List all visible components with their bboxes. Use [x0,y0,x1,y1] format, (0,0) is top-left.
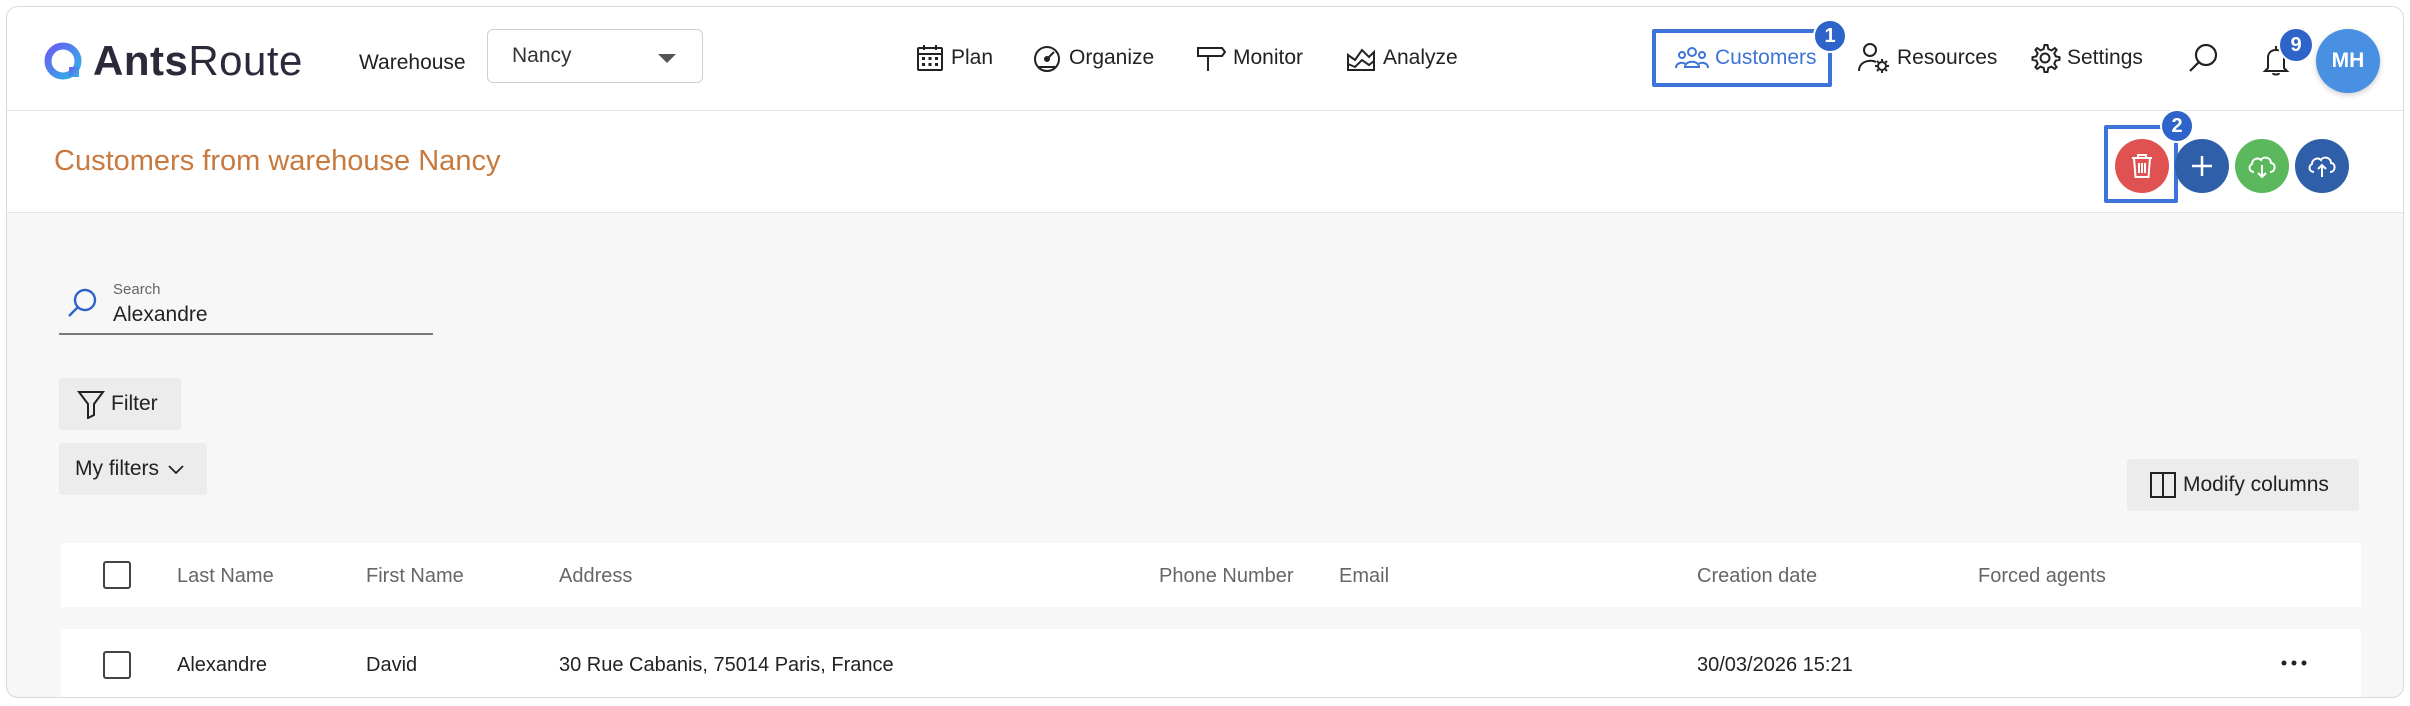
search-input[interactable] [113,303,413,327]
annotation-badge-1: 1 [1813,19,1847,53]
logo-mark-icon [43,41,83,81]
area-chart-icon [1347,48,1375,71]
trash-icon [2132,154,2152,178]
column-header-forced-agents[interactable]: Forced agents [1978,565,2106,588]
nav-monitor-label: Monitor [1233,46,1304,69]
nav-settings-label: Settings [2067,46,2143,69]
search-icon [2189,43,2218,72]
nav-plan-label: Plan [951,46,994,69]
page-header: Customers from warehouse Nancy 2 [7,109,2403,213]
logo-text: AntsRoute [93,37,303,84]
column-header-phone-number[interactable]: Phone Number [1159,565,1294,588]
table-header: Last Name First Name Address Phone Numbe… [61,543,2361,607]
nav-analyze[interactable]: Analyze [1345,41,1458,75]
funnel-icon [77,391,105,419]
calendar-icon [917,45,943,71]
column-header-address[interactable]: Address [559,565,632,588]
column-header-last-name[interactable]: Last Name [177,565,274,588]
plus-icon [2192,156,2212,176]
annotation-badge-2: 2 [2160,109,2194,143]
speedometer-icon [1034,46,1060,72]
people-icon [1675,47,1709,69]
nav-plan[interactable]: Plan [915,41,993,75]
notification-count-badge: 9 [2278,27,2314,63]
column-header-email[interactable]: Email [1339,565,1389,588]
cloud-download-icon [2248,156,2276,179]
modify-columns-label: Modify columns [2183,473,2329,496]
search-label: Search [113,281,161,298]
cloud-upload-icon [2308,156,2336,177]
nav-settings[interactable]: Settings [2029,41,2143,75]
nav-customers[interactable]: Customers [1675,41,1817,75]
import-button[interactable] [2235,139,2289,193]
table-row[interactable]: Alexandre David 30 Rue Cabanis, 75014 Pa… [61,629,2361,697]
cell-creation-date: 30/03/2026 15:21 [1697,654,1853,676]
upload-button[interactable] [2295,139,2349,193]
row-menu-button[interactable] [2279,655,2309,673]
filter-button[interactable]: Filter [59,378,181,430]
nav-resources-label: Resources [1897,46,1998,69]
nav-organize-label: Organize [1069,46,1155,69]
app-window: AntsRoute Warehouse Nancy Plan Organize … [6,6,2404,698]
avatar[interactable]: MH [2316,29,2380,93]
columns-icon [2150,472,2176,498]
cell-last-name: Alexandre [177,654,268,676]
delete-button[interactable] [2115,139,2169,193]
column-header-first-name[interactable]: First Name [366,565,464,588]
global-search-button[interactable] [2187,41,2227,75]
page-title: Customers from warehouse Nancy [54,145,501,177]
nav-organize[interactable]: Organize [1031,41,1154,75]
my-filters-dropdown[interactable]: My filters [59,443,207,495]
nav-customers-label: Customers [1715,46,1817,69]
warehouse-label: Warehouse [359,51,466,74]
signpost-icon [1197,47,1227,71]
search-field[interactable]: Search [59,273,433,335]
warehouse-select-value: Nancy [512,44,572,67]
cell-first-name: David [366,654,418,676]
cell-address: 30 Rue Cabanis, 75014 Paris, France [559,654,894,676]
column-header-creation-date[interactable]: Creation date [1697,565,1817,588]
search-icon [68,288,97,317]
modify-columns-button[interactable]: Modify columns [2127,459,2359,511]
top-navigation: AntsRoute Warehouse Nancy Plan Organize … [7,7,2403,111]
my-filters-label: My filters [75,457,159,480]
ellipsis-icon [2281,660,2307,666]
filter-button-label: Filter [111,392,158,415]
chevron-down-icon [658,54,676,63]
warehouse-select[interactable]: Nancy [487,29,703,83]
chevron-down-icon [168,465,184,475]
nav-monitor[interactable]: Monitor [1195,41,1303,75]
row-checkbox[interactable] [103,651,131,679]
user-gear-icon [1858,43,1889,73]
nav-analyze-label: Analyze [1383,46,1458,69]
nav-resources[interactable]: Resources [1857,41,1997,75]
logo[interactable]: AntsRoute [43,37,303,85]
gear-icon [2031,44,2061,73]
select-all-checkbox[interactable] [103,561,131,589]
add-customer-button[interactable] [2175,139,2229,193]
